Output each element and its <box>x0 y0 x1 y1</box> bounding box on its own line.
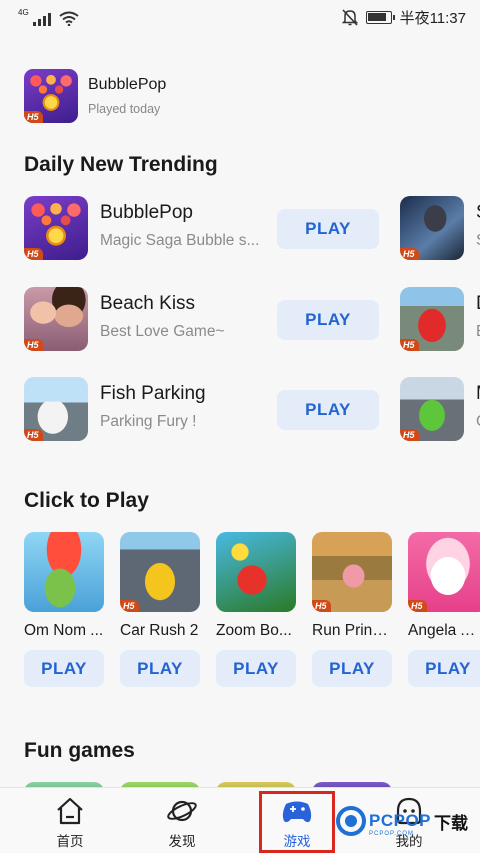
status-left: 4G <box>18 8 79 26</box>
play-button[interactable]: PLAY <box>277 209 379 249</box>
trending-game-name: Beach Kiss <box>100 293 196 314</box>
trending-game-name: Fish Parking <box>100 383 206 404</box>
nav-label: 发现 <box>168 834 196 849</box>
trending-game-name: BubblePop <box>100 202 193 223</box>
trending-game-subtitle: Best Love Game~ <box>100 323 225 340</box>
recent-game-subtitle: Played today <box>88 102 161 116</box>
battery-icon <box>365 10 395 24</box>
h5-badge: H5 <box>120 600 139 612</box>
planet-icon <box>167 800 197 822</box>
annotation-highlight-box <box>259 791 335 853</box>
game-center-screen: 4G 半夜11:37 H5 BubblePop Played today Dai… <box>0 0 480 853</box>
watermark-cn: 下载 <box>434 813 469 833</box>
home-icon <box>57 797 83 825</box>
h5-badge: H5 <box>400 339 419 351</box>
trending-game-subtitle: C <box>476 413 480 431</box>
h5-badge: H5 <box>24 339 43 351</box>
wifi-icon <box>59 11 79 26</box>
clock: 半夜11:37 <box>399 9 466 27</box>
game-name: Om Nom ... <box>24 622 104 639</box>
play-button[interactable]: PLAY <box>24 650 104 687</box>
watermark-brand: PCPOP <box>369 811 432 830</box>
run-princess-game-icon[interactable]: H5 <box>312 532 392 612</box>
nav-item-discover[interactable]: 发现 <box>142 796 222 850</box>
click-to-play-item[interactable]: H5 Angela Al... PLAY <box>408 532 480 687</box>
recent-game-name: BubblePop <box>88 76 167 93</box>
pcpop-logo-icon <box>336 806 366 836</box>
section-title-fun-games: Fun games <box>24 739 135 762</box>
signal-icon <box>32 12 51 26</box>
recent-game[interactable]: H5 BubblePop Played today <box>24 69 166 123</box>
play-button[interactable]: PLAY <box>120 650 200 687</box>
play-button[interactable]: PLAY <box>277 300 379 340</box>
status-bar: 4G 半夜11:37 <box>0 0 480 34</box>
om-nom-game-icon[interactable] <box>24 532 104 612</box>
trending-game-subtitle: Magic Saga Bubble s... <box>100 232 260 249</box>
beach-kiss-game-icon[interactable]: H5 <box>24 287 88 351</box>
h5-badge: H5 <box>312 600 331 612</box>
h5-badge: H5 <box>24 429 43 441</box>
section-title-daily-trending: Daily New Trending <box>24 153 218 176</box>
game-name: Angela Al... <box>408 622 480 639</box>
trending-row[interactable]: H5 Beach Kiss Best Love Game~ PLAY H5 D … <box>24 287 480 351</box>
section-title-click-to-play: Click to Play <box>24 489 149 512</box>
mute-bell-icon <box>341 8 358 26</box>
h5-badge: H5 <box>24 111 43 123</box>
h5-badge: H5 <box>400 429 419 441</box>
angela-game-icon[interactable]: H5 <box>408 532 480 612</box>
status-right: 半夜11:37 <box>341 7 466 28</box>
trending-game-subtitle: Parking Fury ! <box>100 413 197 430</box>
play-button[interactable]: PLAY <box>312 650 392 687</box>
h5-badge: H5 <box>408 600 427 612</box>
fish-parking-game-icon[interactable]: H5 <box>24 377 88 441</box>
game-name: Run Princ... <box>312 622 392 639</box>
click-to-play-item[interactable]: H5 Car Rush 2 PLAY <box>120 532 200 687</box>
network-type: 4G <box>18 8 29 17</box>
game-name: Zoom Bo... <box>216 622 292 639</box>
trending-game-name: S <box>476 202 480 224</box>
trending-game-name: M <box>476 383 480 405</box>
click-to-play-item[interactable]: Zoom Bo... PLAY <box>216 532 296 687</box>
zoom-boom-game-icon[interactable] <box>216 532 296 612</box>
play-button[interactable]: PLAY <box>277 390 379 430</box>
sniper-game-icon[interactable]: H5 <box>400 196 464 260</box>
game-name: Car Rush 2 <box>120 622 199 639</box>
racing-game-icon[interactable]: H5 <box>400 287 464 351</box>
pcpop-watermark: PCPOP 下载 PCPOP.COM <box>336 806 469 837</box>
h5-badge: H5 <box>24 248 43 260</box>
click-to-play-item[interactable]: H5 Run Princ... PLAY <box>312 532 392 687</box>
motorbike-game-icon[interactable]: H5 <box>400 377 464 441</box>
trending-row[interactable]: H5 BubblePop Magic Saga Bubble s... PLAY… <box>24 196 480 260</box>
trending-game-subtitle: S <box>476 232 480 250</box>
h5-badge: H5 <box>400 248 419 260</box>
trending-row[interactable]: H5 Fish Parking Parking Fury ! PLAY H5 M… <box>24 377 480 441</box>
play-button[interactable]: PLAY <box>408 650 480 687</box>
play-button[interactable]: PLAY <box>216 650 296 687</box>
trending-game-subtitle: E <box>476 323 480 341</box>
watermark-sub: PCPOP.COM <box>369 831 414 837</box>
nav-item-home[interactable]: 首页 <box>30 796 110 850</box>
car-rush-game-icon[interactable]: H5 <box>120 532 200 612</box>
bubblepop-game-icon[interactable]: H5 <box>24 196 88 260</box>
recent-text: BubblePop Played today <box>88 76 166 116</box>
nav-label: 首页 <box>56 834 84 849</box>
bubblepop-game-icon: H5 <box>24 69 78 123</box>
trending-game-name: D <box>476 293 480 315</box>
click-to-play-item[interactable]: Om Nom ... PLAY <box>24 532 104 687</box>
